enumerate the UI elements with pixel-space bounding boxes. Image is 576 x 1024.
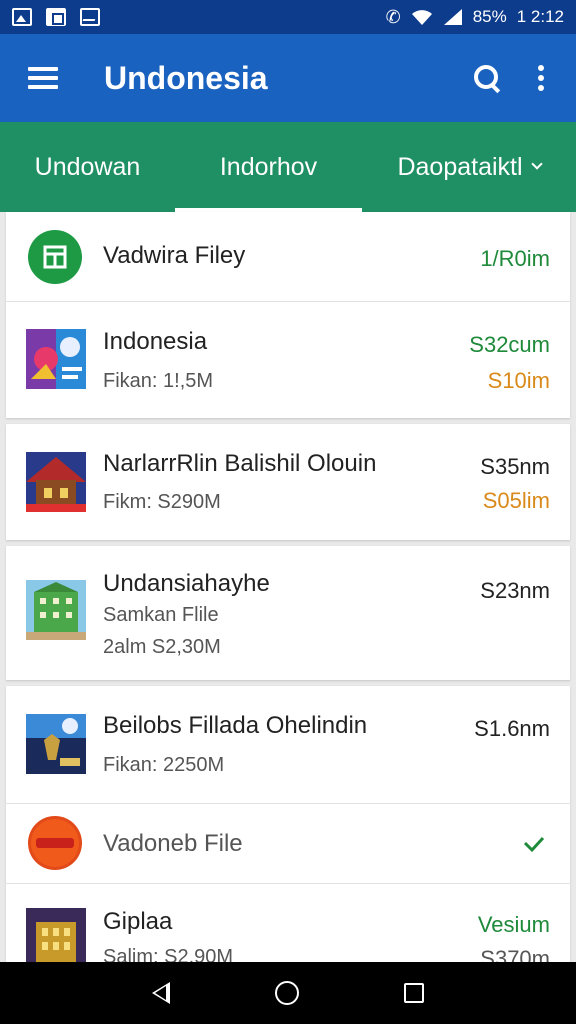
message-notification-icon (46, 8, 66, 26)
item-price: S1.6nm (474, 716, 550, 741)
vibrate-icon: ✆ (385, 6, 401, 27)
status-notifications (12, 8, 100, 26)
tab-daopataiktl[interactable]: Daopataiktl (362, 122, 576, 212)
wifi-icon (411, 10, 432, 25)
item-price: S23nm (480, 578, 550, 603)
item-title: NarlarrRlin Balishil Olouin (103, 450, 377, 477)
item-subtitle: Fikm: S290M (103, 491, 221, 513)
battery-level: 85% (472, 7, 507, 26)
item-title: Giplaa (103, 908, 173, 935)
item-price-secondary: S05lim (482, 488, 550, 513)
list-item[interactable]: Giplaa Salim: S2,90M Vesium S370m (6, 883, 570, 966)
gallery-notification-icon (80, 8, 100, 26)
item-thumbnail (26, 714, 86, 774)
list-item[interactable]: NarlarrRlin Balishil Olouin Fikm: S290M … (6, 424, 570, 540)
item-subtitle: Samkan Flile (103, 604, 219, 626)
list-item[interactable]: Vadwira Filey 1/R0im (6, 212, 570, 301)
item-price: 1/R0im (480, 246, 550, 271)
status-bar: ✆ 85% 1 2:12 (0, 0, 576, 34)
item-thumbnail (26, 329, 86, 389)
item-title: Vadwira Filey (103, 242, 246, 269)
item-subtitle: Fikan: 1!,5M (103, 370, 214, 392)
status-time: 1 2:12 (516, 7, 564, 26)
signal-icon (443, 9, 462, 25)
app-bar: Undonesia (0, 34, 576, 122)
item-subtitle: Fikan: 2250M (103, 754, 225, 776)
page-title: Undonesia (104, 59, 268, 96)
item-price-secondary: S10im (487, 368, 550, 393)
item-thumbnail (26, 580, 86, 640)
back-icon[interactable] (152, 982, 171, 1004)
tab-undowan[interactable]: Undowan (0, 122, 175, 212)
home-icon[interactable] (274, 981, 299, 1005)
item-price: S35nm (480, 454, 550, 479)
tab-label: Undowan (34, 152, 141, 181)
item-thumbnail (26, 452, 86, 512)
search-icon[interactable] (472, 63, 502, 93)
file-list: Vadwira Filey 1/R0im Indonesia Fikan: 1!… (6, 212, 570, 966)
item-thumbnail (26, 908, 86, 966)
list-card: Undansiahayhe Samkan Flile 2alm S2,30M S… (6, 546, 570, 680)
list-item[interactable]: Vadoneb File (6, 803, 570, 883)
item-subtitle-secondary: 2alm S2,30M (103, 636, 221, 658)
menu-icon[interactable] (28, 67, 58, 89)
system-navigation-bar (0, 962, 576, 1024)
list-card: Beilobs Fillada Ohelindin Fikan: 2250M S… (6, 686, 570, 966)
item-price: S32cum (469, 332, 550, 357)
item-title: Indonesia (103, 328, 208, 355)
item-title: Undansiahayhe (103, 570, 270, 597)
item-price: Vesium (477, 912, 550, 937)
tab-label: Indorhov (219, 152, 318, 181)
item-title: Beilobs Fillada Ohelindin (103, 712, 368, 739)
chevron-down-icon (530, 158, 543, 170)
image-notification-icon (12, 8, 32, 26)
tab-label: Daopataiktl (397, 152, 523, 181)
list-item[interactable]: Indonesia Fikan: 1!,5M S32cum S10im (6, 301, 570, 418)
tab-bar: Undowan Indorhov Daopataiktl (0, 122, 576, 212)
status-indicators: ✆ 85% 1 2:12 (386, 7, 564, 28)
tab-indorhov[interactable]: Indorhov (175, 122, 362, 212)
list-item[interactable]: Beilobs Fillada Ohelindin Fikan: 2250M S… (6, 686, 570, 803)
checkmark-icon[interactable] (522, 834, 546, 854)
item-title: Vadoneb File (103, 830, 243, 857)
more-options-icon[interactable] (536, 65, 546, 91)
list-item[interactable]: Undansiahayhe Samkan Flile 2alm S2,30M S… (6, 546, 570, 680)
list-card: Vadwira Filey 1/R0im Indonesia Fikan: 1!… (6, 212, 570, 418)
recent-apps-icon[interactable] (403, 983, 424, 1003)
red-disc-icon (28, 816, 82, 870)
music-file-icon (28, 230, 82, 284)
list-card: NarlarrRlin Balishil Olouin Fikm: S290M … (6, 424, 570, 540)
